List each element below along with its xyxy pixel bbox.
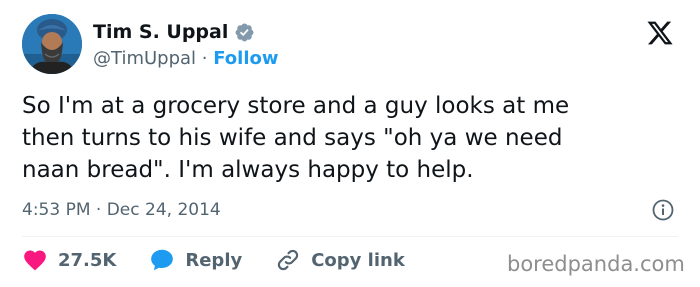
author-handle[interactable]: @TimUppal <box>93 48 196 69</box>
action-bar: 27.5K Reply Copy link <box>22 247 438 273</box>
tweet-card: Tim S. Uppal @TimUppal · Follow So I'm a… <box>0 0 700 287</box>
timestamp-separator: · <box>90 200 107 220</box>
like-button[interactable]: 27.5K <box>22 247 116 273</box>
author-name-row: Tim S. Uppal <box>93 21 255 43</box>
avatar-image <box>22 14 82 74</box>
reply-label: Reply <box>185 249 243 271</box>
reply-button[interactable]: Reply <box>149 247 242 273</box>
copy-link-button[interactable]: Copy link <box>275 247 405 273</box>
info-icon[interactable] <box>651 198 675 222</box>
x-logo-icon[interactable] <box>646 19 674 47</box>
follow-button[interactable]: Follow <box>213 48 278 69</box>
divider <box>22 236 678 237</box>
heart-icon <box>24 250 46 271</box>
tweet-text: So I'm at a grocery store and a guy look… <box>22 93 570 183</box>
watermark: boredpanda.com <box>507 252 685 276</box>
link-icon <box>278 249 299 271</box>
copy-link-label: Copy link <box>311 249 405 271</box>
handle-row: @TimUppal · Follow <box>93 48 279 69</box>
tweet-date: Dec 24, 2014 <box>106 200 221 220</box>
tweet-time: 4:53 PM <box>22 200 91 220</box>
author-name[interactable]: Tim S. Uppal <box>93 21 228 43</box>
tweet-timestamp[interactable]: 4:53 PM · Dec 24, 2014 <box>22 200 221 220</box>
handle-separator: · <box>196 48 214 69</box>
likes-count: 27.5K <box>58 249 117 271</box>
avatar[interactable] <box>22 14 82 74</box>
speech-bubble-icon <box>151 249 174 271</box>
verified-badge-icon <box>235 23 254 41</box>
